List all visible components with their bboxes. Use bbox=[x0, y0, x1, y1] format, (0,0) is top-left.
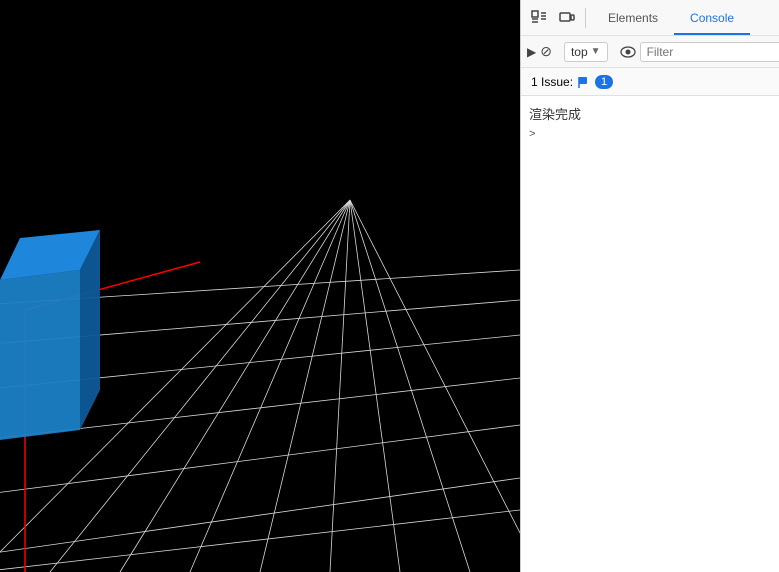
devtools-panel: Elements Console ▶ ⊘ top ▼ 1 Issue: 1 bbox=[520, 0, 779, 572]
eye-icon[interactable] bbox=[620, 40, 636, 64]
tab-console[interactable]: Console bbox=[674, 3, 750, 35]
canvas-area bbox=[0, 0, 520, 572]
chevron-down-icon: ▼ bbox=[591, 46, 601, 57]
log-entry: 渲染完成 bbox=[521, 102, 779, 125]
issue-flag-icon bbox=[577, 75, 591, 89]
log-text: 渲染完成 bbox=[529, 104, 581, 123]
tab-elements[interactable]: Elements bbox=[592, 3, 674, 35]
run-icon[interactable]: ▶ bbox=[527, 40, 536, 64]
device-toggle-icon[interactable] bbox=[555, 6, 579, 30]
console-toolbar: ▶ ⊘ top ▼ bbox=[521, 36, 779, 68]
filter-input[interactable] bbox=[640, 42, 779, 62]
toolbar-divider bbox=[585, 8, 586, 28]
expand-arrow-icon[interactable]: > bbox=[529, 128, 535, 140]
issue-label: 1 Issue: bbox=[531, 75, 573, 89]
log-expand-entry[interactable]: > bbox=[521, 125, 779, 142]
issue-count-badge: 1 bbox=[595, 75, 613, 89]
console-log: 渲染完成 > bbox=[521, 96, 779, 572]
inspect-element-icon[interactable] bbox=[527, 6, 551, 30]
context-label: top bbox=[571, 45, 588, 59]
devtools-icon-toolbar: Elements Console bbox=[521, 0, 779, 36]
block-icon[interactable]: ⊘ bbox=[540, 40, 552, 64]
context-selector[interactable]: top ▼ bbox=[564, 42, 608, 62]
issue-bar: 1 Issue: 1 bbox=[521, 68, 779, 96]
